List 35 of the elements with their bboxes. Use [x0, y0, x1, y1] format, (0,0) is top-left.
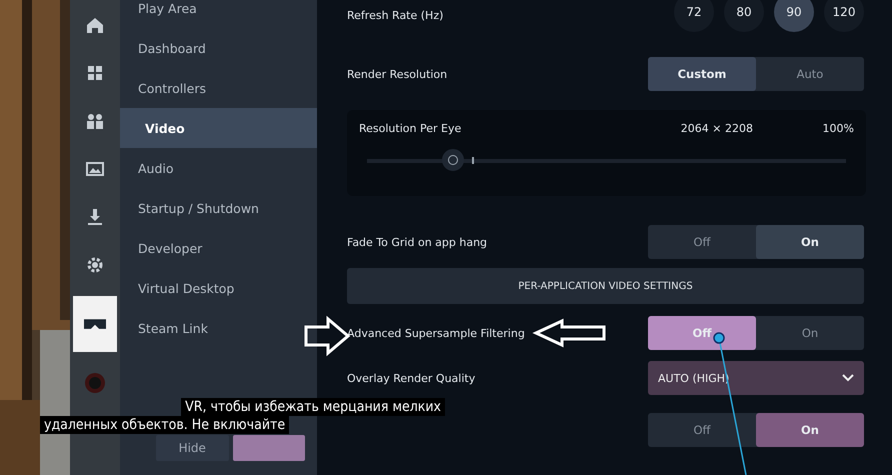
sidebar-item[interactable]: Virtual Desktop: [120, 268, 317, 308]
sidebar-item[interactable]: Dashboard: [120, 28, 317, 68]
hide-button[interactable]: Hide: [156, 435, 228, 461]
refresh-rate-option[interactable]: 120: [824, 0, 864, 32]
sidebar-item[interactable]: Video: [120, 108, 317, 148]
setting-label: Render Resolution: [347, 68, 448, 80]
sidebar-item[interactable]: Audio: [120, 148, 317, 188]
refresh-rate-option[interactable]: 90: [774, 0, 814, 32]
avatar-icon: [84, 372, 106, 394]
setting-label: Advanced Supersample Filtering: [347, 326, 525, 340]
rail-button[interactable]: [73, 296, 117, 352]
chevron-down-icon: [842, 374, 854, 382]
per-application-settings-button[interactable]: PER-APPLICATION VIDEO SETTINGS: [347, 268, 864, 304]
setting-label: Refresh Rate (Hz): [347, 8, 444, 22]
segment-option[interactable]: On: [756, 413, 864, 447]
setting-label: Overlay Render Quality: [347, 372, 476, 384]
segment-option[interactable]: Off: [648, 225, 756, 259]
segment-option[interactable]: Custom: [648, 57, 756, 91]
setting-label: Fade To Grid on app hang: [347, 236, 488, 248]
sidebar-item[interactable]: Play Area: [120, 0, 317, 28]
segment-option[interactable]: Auto: [756, 57, 864, 91]
slider-thumb[interactable]: [442, 149, 464, 171]
percent-value: 100%: [822, 122, 854, 135]
resolution-value: 2064 × 2208: [680, 122, 753, 135]
sidebar-item[interactable]: Controllers: [120, 68, 317, 108]
sidebar-item[interactable]: Steam Link: [120, 308, 317, 348]
refresh-rate-option[interactable]: 80: [724, 0, 764, 32]
segment-option[interactable]: On: [756, 225, 864, 259]
sidebar-item[interactable]: Startup / Shutdown: [120, 188, 317, 228]
segment-option[interactable]: On: [756, 316, 864, 350]
setting-label: Resolution Per Eye: [359, 122, 462, 135]
refresh-rate-option[interactable]: 72: [674, 0, 714, 32]
sidebar-item[interactable]: Developer: [120, 228, 317, 268]
segment-option[interactable]: Off: [648, 413, 756, 447]
headset-icon: [84, 319, 106, 329]
